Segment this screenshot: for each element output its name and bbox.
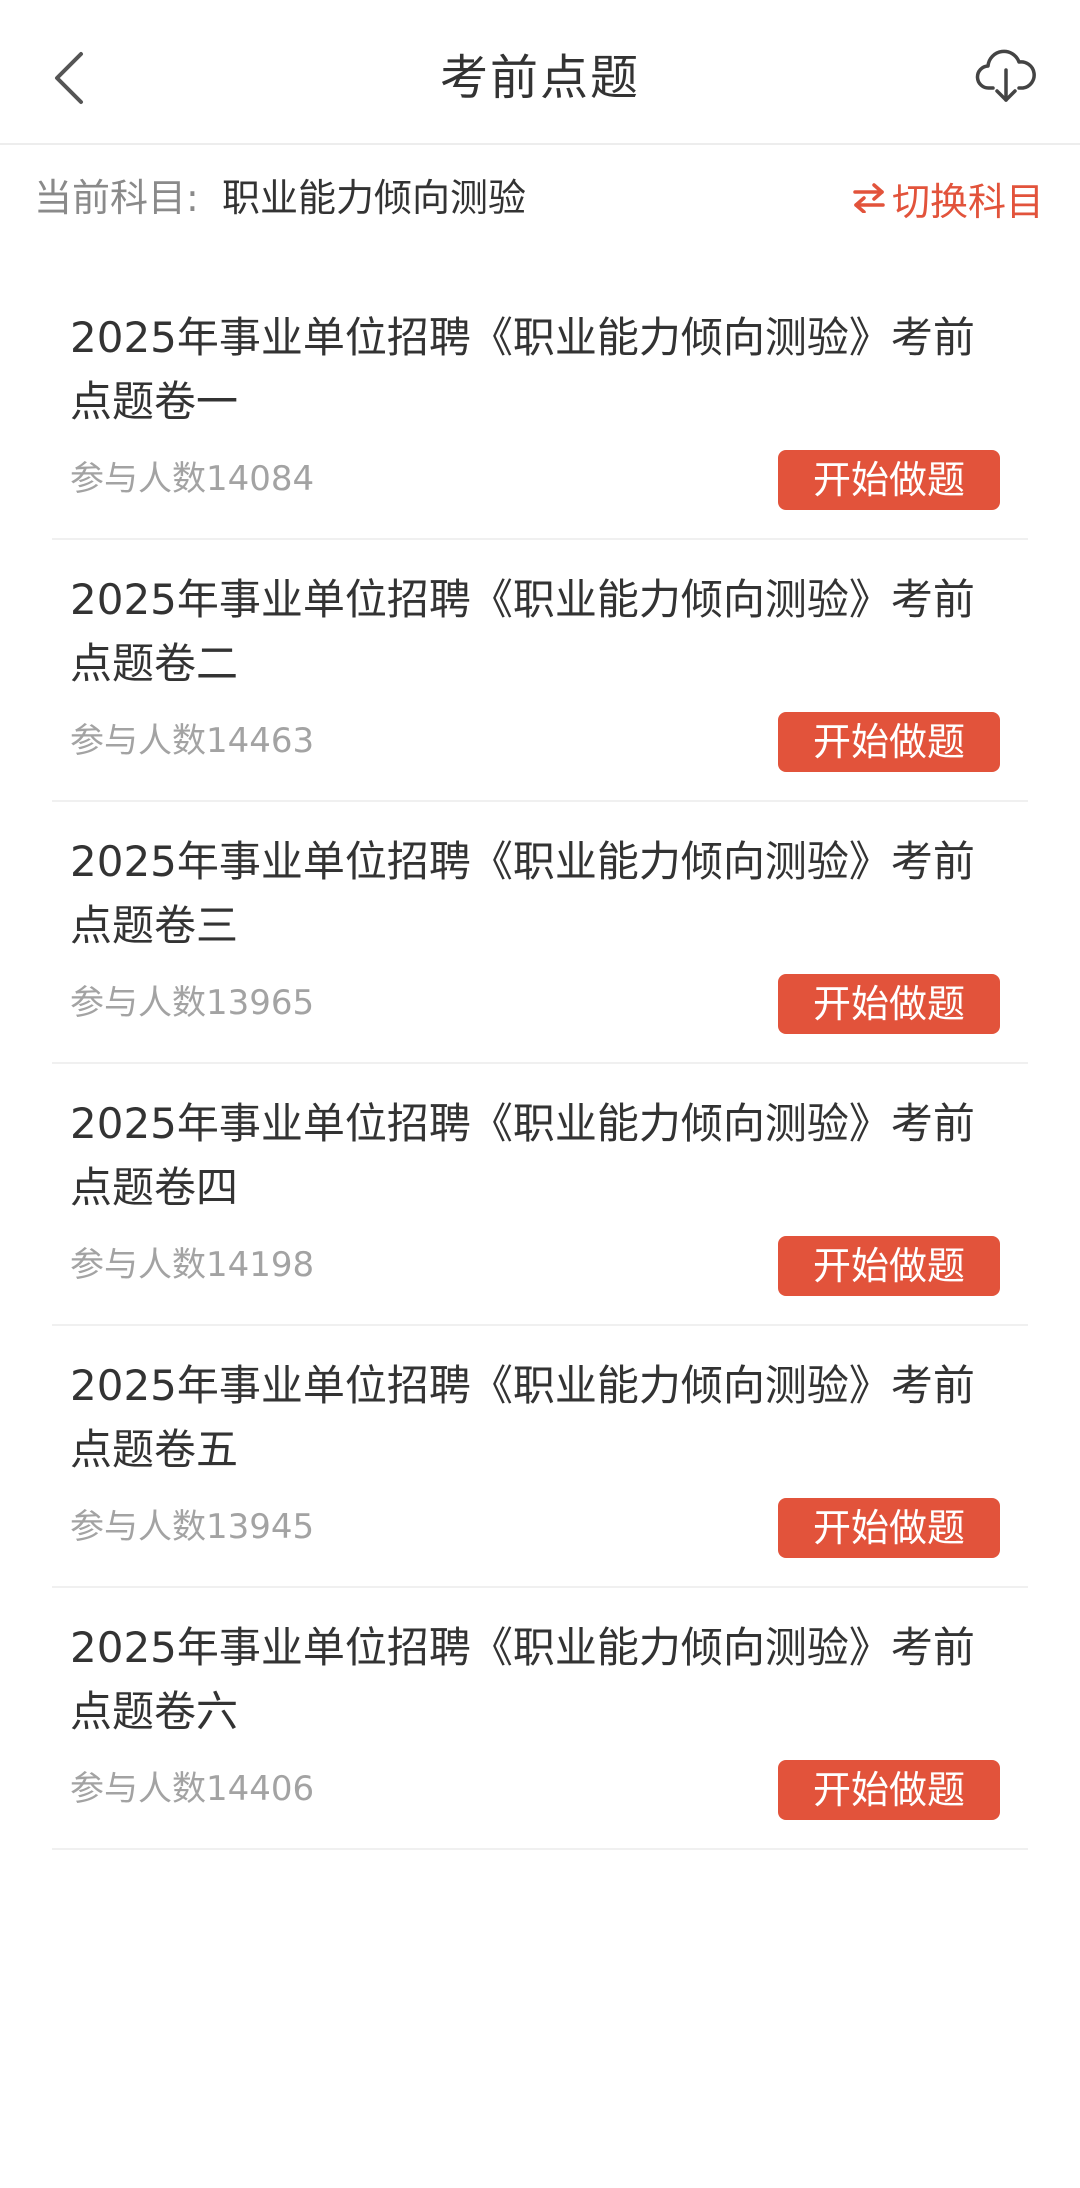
paper-title: 2025年事业单位招聘《职业能力倾向测验》考前点题卷四 [70,1099,975,1212]
current-subject-name: 职业能力倾向测验 [222,176,527,220]
participant-count: 参与人数13965 [70,983,315,1023]
current-subject-label: 当前科目: [34,176,199,220]
paper-title: 2025年事业单位招聘《职业能力倾向测验》考前点题卷五 [70,1361,975,1474]
participant-count: 参与人数14084 [70,459,315,499]
switch-subject-button[interactable]: 切换科目 [852,171,1044,225]
paper-title: 2025年事业单位招聘《职业能力倾向测验》考前点题卷六 [70,1623,975,1736]
switch-subject-label: 切换科目 [891,179,1044,224]
cloud-download-icon [975,49,1036,102]
start-quiz-button[interactable]: 开始做题 [778,1236,1000,1296]
start-quiz-button[interactable]: 开始做题 [778,1498,1000,1558]
start-quiz-button[interactable]: 开始做题 [778,712,1000,772]
list-item: 2025年事业单位招聘《职业能力倾向测验》考前点题卷二 参与人数14463 开始… [52,540,1028,802]
participant-count: 参与人数14198 [70,1245,315,1285]
download-button[interactable] [966,36,1046,116]
participant-count: 参与人数13945 [70,1507,315,1547]
paper-title: 2025年事业单位招聘《职业能力倾向测验》考前点题卷二 [70,575,975,688]
paper-title: 2025年事业单位招聘《职业能力倾向测验》考前点题卷三 [70,837,975,950]
list-item: 2025年事业单位招聘《职业能力倾向测验》考前点题卷六 参与人数14406 开始… [52,1588,1028,1850]
participant-count: 参与人数14406 [70,1769,315,1809]
navigation-bar: 考前点题 [0,0,1080,145]
swap-arrows-icon [853,183,885,213]
list-item: 2025年事业单位招聘《职业能力倾向测验》考前点题卷三 参与人数13965 开始… [52,802,1028,1064]
paper-title: 2025年事业单位招聘《职业能力倾向测验》考前点题卷一 [70,313,975,426]
start-quiz-button[interactable]: 开始做题 [778,1760,1000,1820]
start-quiz-button[interactable]: 开始做题 [778,974,1000,1034]
page-title: 考前点题 [439,50,640,106]
start-quiz-button[interactable]: 开始做题 [778,450,1000,510]
participant-count: 参与人数14463 [70,721,315,761]
list-item: 2025年事业单位招聘《职业能力倾向测验》考前点题卷五 参与人数13945 开始… [52,1326,1028,1588]
current-subject-bar: 当前科目: 职业能力倾向测验 切换科目 [0,145,1080,250]
paper-list: 2025年事业单位招聘《职业能力倾向测验》考前点题卷一 参与人数14084 开始… [52,278,1028,1850]
list-item: 2025年事业单位招聘《职业能力倾向测验》考前点题卷四 参与人数14198 开始… [52,1064,1028,1326]
list-item: 2025年事业单位招聘《职业能力倾向测验》考前点题卷一 参与人数14084 开始… [52,278,1028,540]
